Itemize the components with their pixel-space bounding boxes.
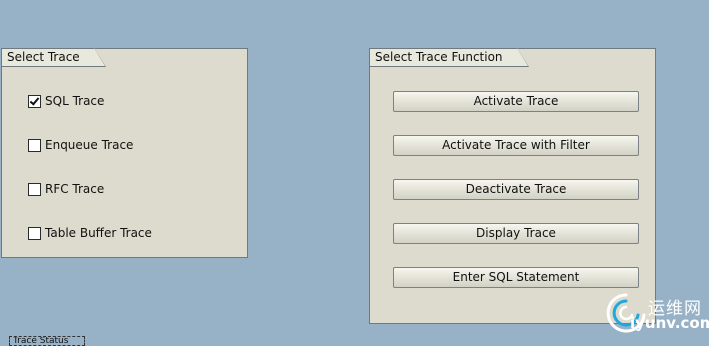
select-trace-title: Select Trace	[2, 48, 106, 67]
enqueue-trace-option[interactable]: Enqueue Trace	[28, 137, 133, 153]
rfc-trace-option[interactable]: RFC Trace	[28, 181, 104, 197]
sql-trace-checkbox[interactable]	[28, 94, 41, 108]
sql-trace-label: SQL Trace	[45, 94, 105, 108]
enter-sql-statement-button[interactable]: Enter SQL Statement	[393, 267, 639, 288]
watermark-en-text: iyunv.com	[630, 314, 709, 332]
enqueue-trace-checkbox[interactable]	[28, 138, 41, 152]
rfc-trace-label: RFC Trace	[45, 182, 105, 196]
table-buffer-trace-checkbox[interactable]	[28, 226, 41, 240]
deactivate-trace-button[interactable]: Deactivate Trace	[393, 179, 639, 200]
activate-trace-with-filter-button[interactable]: Activate Trace with Filter	[393, 135, 639, 156]
trace-function-title: Select Trace Function	[370, 48, 529, 67]
table-buffer-trace-label: Table Buffer Trace	[45, 226, 152, 240]
trace-status-box: Trace Status	[9, 336, 85, 346]
rfc-trace-checkbox[interactable]	[28, 182, 41, 196]
display-trace-button[interactable]: Display Trace	[393, 223, 639, 244]
trace-status-label: Trace Status	[13, 336, 69, 346]
trace-function-panel: Select Trace Function Activate Trace Act…	[369, 48, 656, 324]
enqueue-trace-label: Enqueue Trace	[45, 138, 134, 152]
sql-trace-option[interactable]: SQL Trace	[28, 93, 104, 109]
watermark-logo: 运维网 iyunv.com	[604, 291, 709, 335]
table-buffer-trace-option[interactable]: Table Buffer Trace	[28, 225, 152, 241]
activate-trace-button[interactable]: Activate Trace	[393, 91, 639, 112]
select-trace-panel: Select Trace SQL Trace Enqueue Trace RFC…	[1, 48, 248, 258]
